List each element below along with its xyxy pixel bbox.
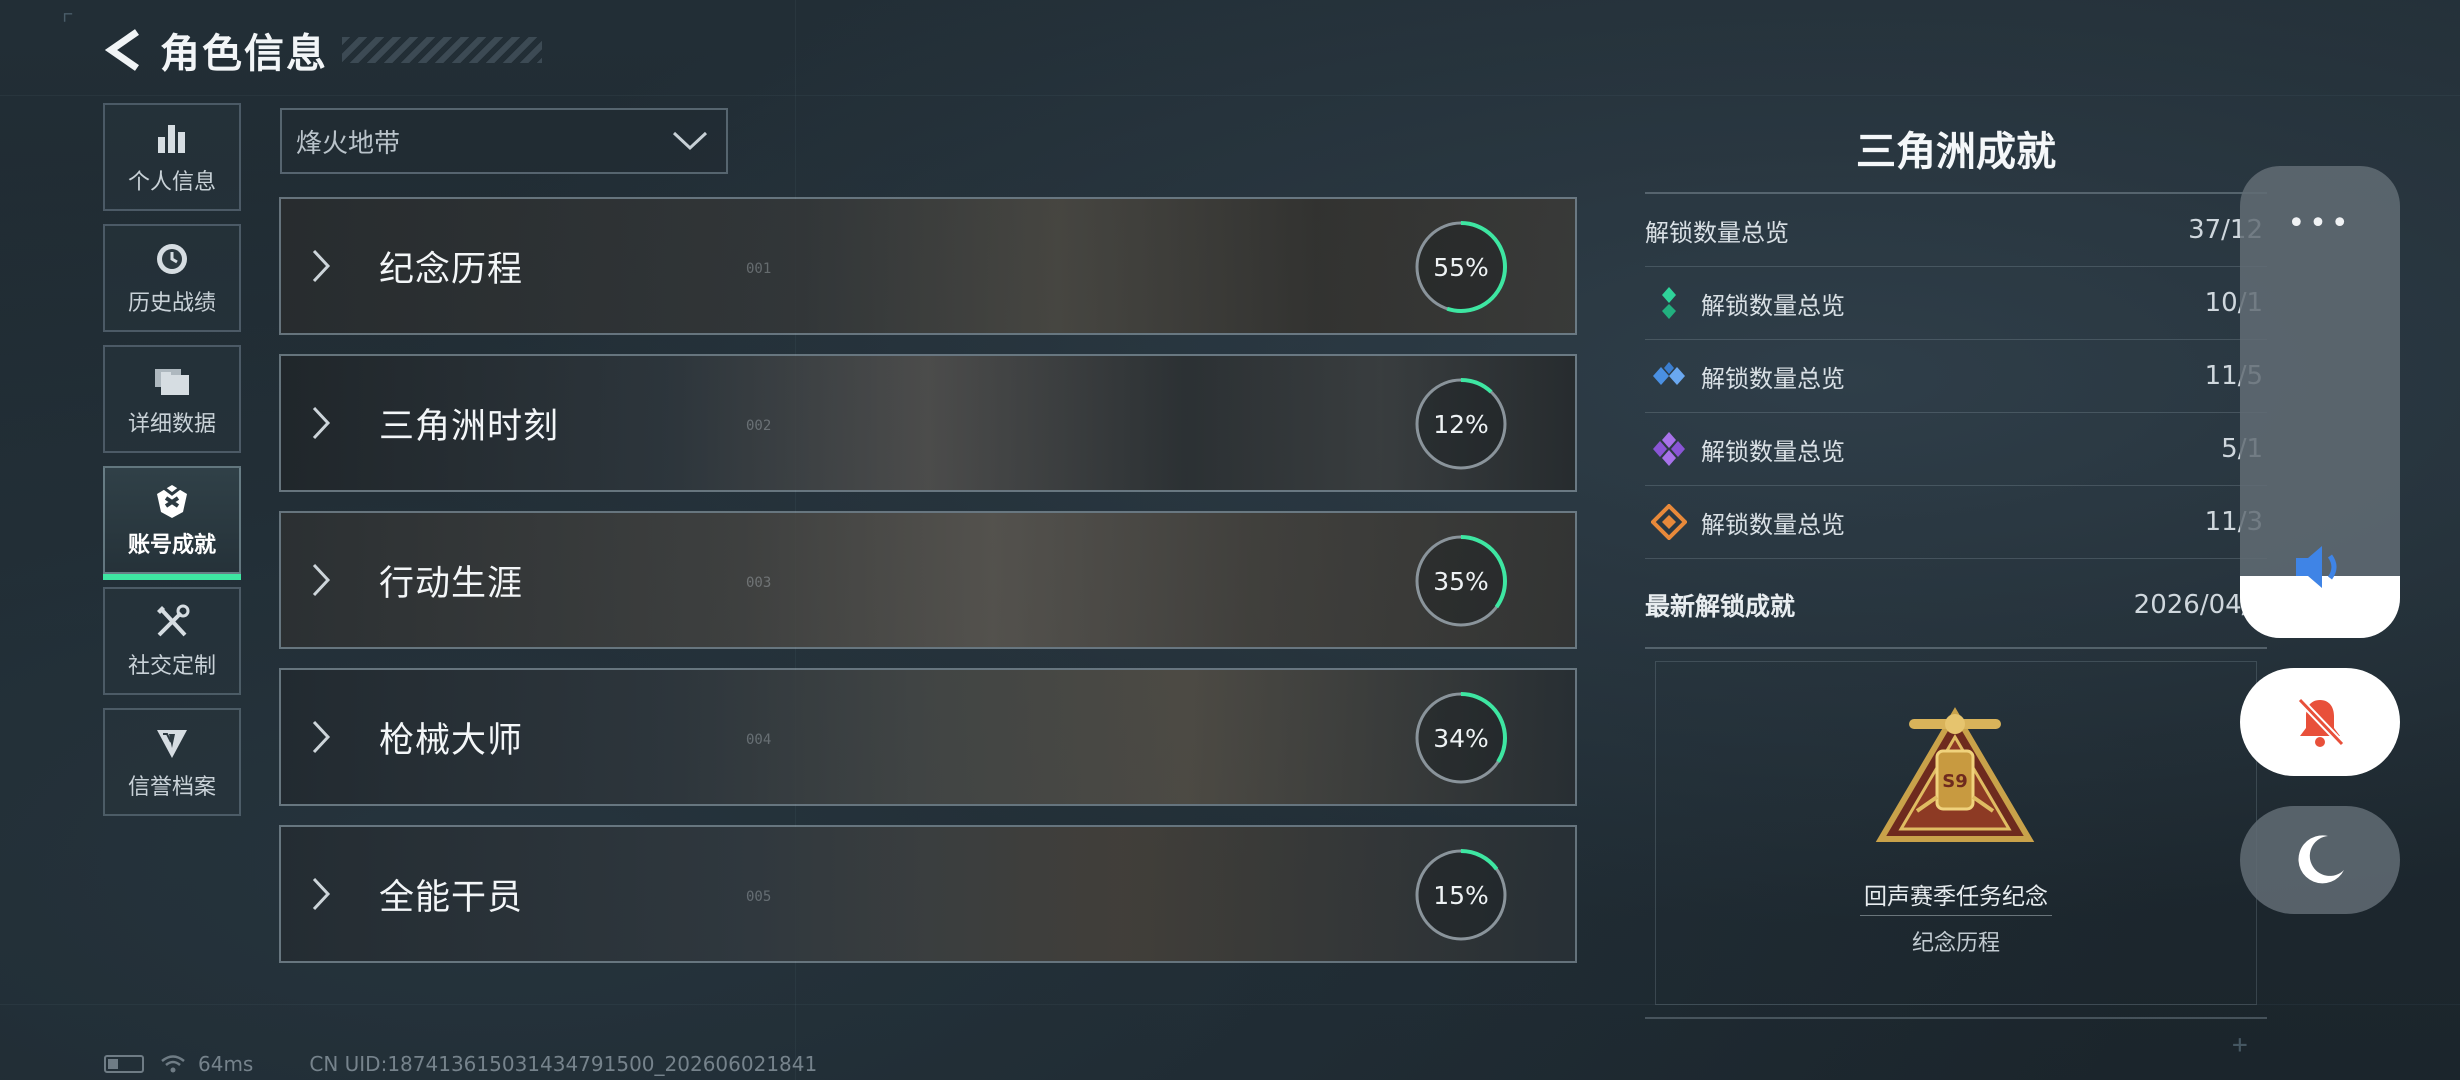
credit-shield-icon (152, 723, 192, 763)
sidebar-item-label: 社交定制 (127, 654, 216, 679)
category-row-all-round-operator[interactable]: 全能干员 005 15% (279, 825, 1577, 963)
title-decoration (342, 37, 542, 63)
purple-gem-icon (1651, 431, 1687, 467)
medal-season-label: S9 (1942, 771, 1968, 792)
page-header: 角色信息 (100, 22, 542, 78)
back-button[interactable] (100, 27, 146, 73)
mode-dropdown-value: 烽火地带 (296, 128, 401, 159)
category-row-operation-career[interactable]: 行动生涯 003 35% (279, 511, 1577, 649)
chevron-right-icon (311, 719, 351, 755)
stat-row-orange: 解锁数量总览 11/3 (1645, 486, 2267, 559)
mode-dropdown[interactable]: 烽火地带 (280, 108, 728, 174)
stat-label: 解锁数量总览 (1701, 364, 1845, 393)
history-clock-icon (152, 239, 192, 279)
stat-row-total: 解锁数量总览 37/12 (1645, 194, 2267, 267)
latest-achievement-label: 最新解锁成就 (1645, 592, 1796, 621)
stat-row-blue: 解锁数量总览 11/5 (1645, 340, 2267, 413)
bar-chart-icon (152, 118, 192, 158)
sidebar-item-personal-info[interactable]: 个人信息 (103, 103, 241, 211)
progress-percent: 12% (1433, 409, 1489, 439)
latest-achievement-header: 最新解锁成就 2026/04/2 (1645, 563, 2267, 649)
sidebar-item-account-achievements[interactable]: 账号成就 (103, 466, 241, 580)
category-row-delta-moments[interactable]: 三角洲时刻 002 12% (279, 354, 1577, 492)
progress-percent: 15% (1433, 880, 1489, 910)
status-footer: 64ms CN UID:187413615031434791500_202606… (104, 1052, 817, 1076)
folder-stack-icon (152, 360, 192, 400)
progress-ring: 34% (1413, 690, 1509, 786)
stat-label: 解锁数量总览 (1701, 437, 1845, 466)
progress-ring: 15% (1413, 847, 1509, 943)
sidebar-item-label: 信誉档案 (127, 775, 216, 800)
progress-ring: 55% (1413, 219, 1509, 315)
progress-percent: 34% (1433, 723, 1489, 753)
category-index: 002 (746, 418, 772, 434)
achievement-category-list: 纪念历程 001 55% 三角洲时刻 002 12% 行动生涯 003 35% … (279, 197, 1577, 982)
more-options-button[interactable]: ••• (2240, 206, 2400, 241)
category-name: 行动生涯 (379, 563, 524, 604)
stat-row-green: 解锁数量总览 10/1 (1645, 267, 2267, 340)
sidebar: 个人信息 历史战绩 详细数据 账号成就 社交定制 信誉档案 (103, 103, 241, 829)
stat-label: 解锁数量总览 (1701, 291, 1845, 320)
sidebar-item-label: 详细数据 (127, 412, 216, 437)
chevron-right-icon (311, 248, 351, 284)
achievement-summary-panel: 三角洲成就 解锁数量总览 37/12 解锁数量总览 10/1 解锁数量总览 11… (1645, 120, 2267, 1019)
bell-off-icon (2297, 697, 2345, 747)
back-arrow-icon (104, 29, 139, 71)
stat-row-purple: 解锁数量总览 5/1 (1645, 413, 2267, 486)
green-gem-icon (1651, 285, 1687, 321)
stat-label: 解锁数量总览 (1645, 218, 1789, 247)
chevron-right-icon (311, 876, 351, 912)
mute-notifications-button[interactable] (2240, 668, 2400, 776)
category-name: 枪械大师 (379, 720, 524, 761)
blue-gem-icon (1651, 358, 1687, 394)
achievement-badge-icon (152, 481, 192, 521)
sidebar-item-label: 账号成就 (127, 533, 216, 558)
category-index: 003 (746, 575, 772, 591)
category-name: 三角洲时刻 (379, 406, 560, 447)
sidebar-item-label: 历史战绩 (127, 291, 216, 316)
season-medal-icon: S9 (1875, 707, 2035, 842)
wifi-icon (160, 1054, 186, 1074)
latest-achievement-name: 回声赛季任务纪念 (1864, 884, 2048, 910)
category-name: 全能干员 (379, 877, 524, 918)
category-row-memorial[interactable]: 纪念历程 001 55% (279, 197, 1577, 335)
sidebar-item-credit-record[interactable]: 信誉档案 (103, 708, 241, 816)
category-index: 004 (746, 732, 772, 748)
ping-latency: 64ms (198, 1052, 254, 1076)
sidebar-item-label: 个人信息 (127, 170, 216, 195)
chevron-right-icon (311, 562, 351, 598)
sidebar-item-detailed-data[interactable]: 详细数据 (103, 345, 241, 453)
category-index: 001 (746, 261, 772, 277)
progress-ring: 35% (1413, 533, 1509, 629)
progress-percent: 35% (1433, 566, 1489, 596)
battery-icon (104, 1055, 144, 1073)
background-corner-mark: ⌜ (60, 8, 76, 38)
background-grid-line (0, 95, 2460, 96)
chevron-down-icon (672, 131, 708, 151)
category-name: 纪念历程 (379, 249, 524, 290)
latest-achievement-category: 纪念历程 (1911, 931, 2000, 956)
sidebar-item-match-history[interactable]: 历史战绩 (103, 224, 241, 332)
progress-ring: 12% (1413, 376, 1509, 472)
category-index: 005 (746, 889, 772, 905)
stat-label: 解锁数量总览 (1701, 510, 1845, 539)
page-title: 角色信息 (160, 31, 328, 77)
achievement-panel-title: 三角洲成就 (1645, 120, 2267, 194)
chevron-right-icon (311, 405, 351, 441)
progress-percent: 55% (1433, 252, 1489, 282)
night-mode-button[interactable] (2240, 806, 2400, 914)
category-row-weapon-master[interactable]: 枪械大师 004 34% (279, 668, 1577, 806)
divider (1860, 915, 2052, 916)
latest-achievement-card[interactable]: S9 回声赛季任务纪念 纪念历程 (1645, 649, 2267, 1019)
sidebar-item-social-customization[interactable]: 社交定制 (103, 587, 241, 695)
moon-icon (2298, 835, 2344, 884)
background-corner-mark: + (2232, 1030, 2248, 1060)
user-uid: CN UID:187413615031434791500_20260602184… (309, 1052, 818, 1076)
tools-icon (152, 602, 192, 642)
speaker-volume-icon[interactable] (2290, 540, 2350, 594)
orange-gem-icon (1651, 504, 1687, 540)
